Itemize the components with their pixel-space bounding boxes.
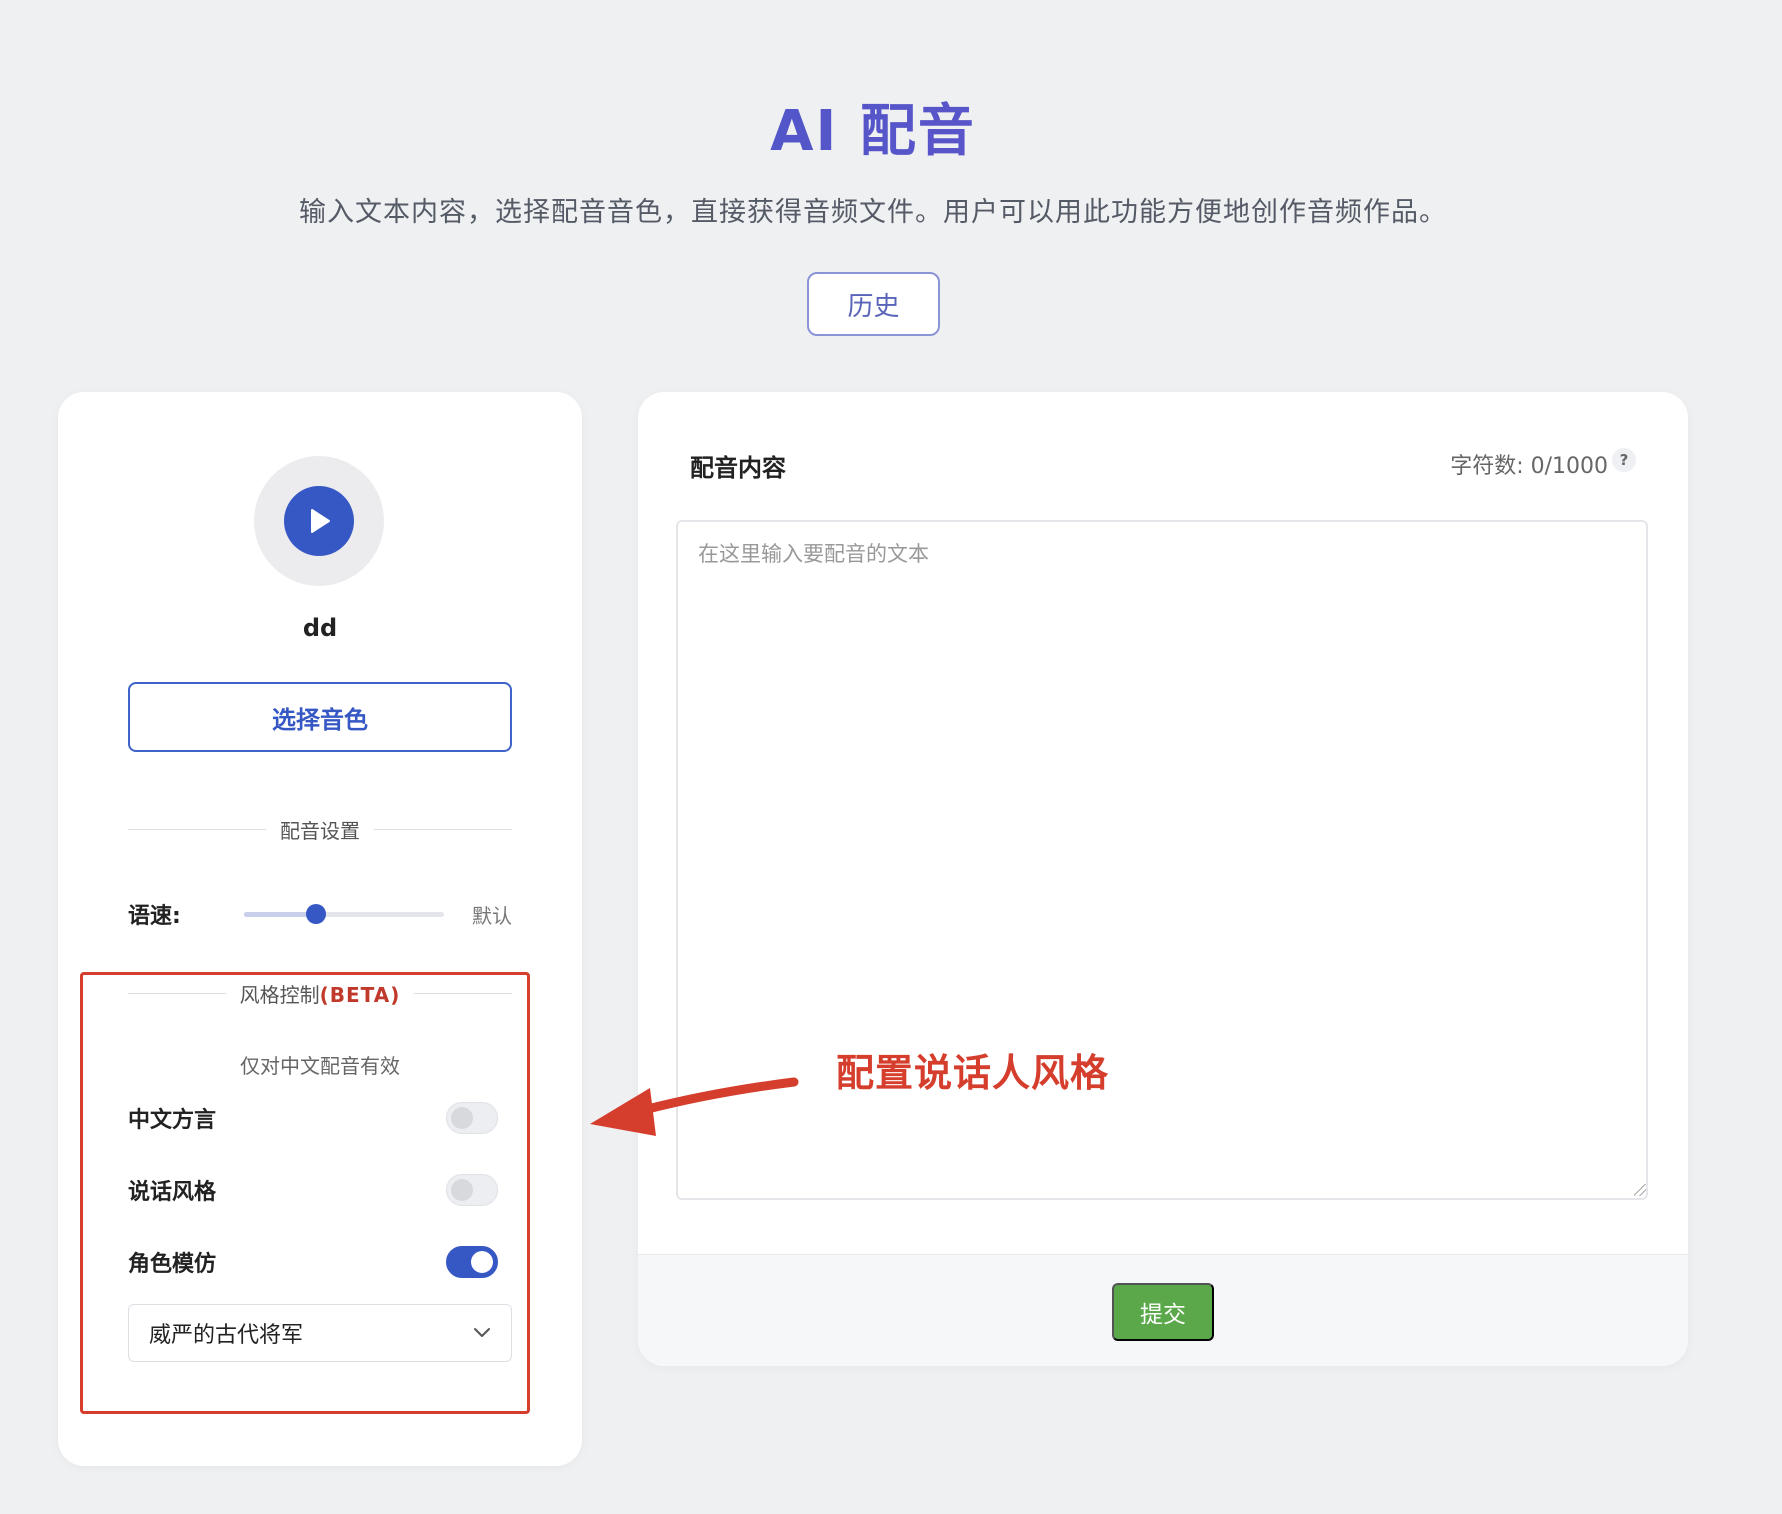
- switch-knob: [451, 1107, 473, 1129]
- slider-thumb[interactable]: [306, 904, 326, 924]
- toggle-row-dialect: 中文方言: [128, 1098, 498, 1138]
- divider-line: [374, 828, 512, 830]
- chevron-down-icon: [474, 1328, 490, 1337]
- toggle-label: 角色模仿: [128, 1252, 217, 1277]
- voice-settings-card: dd 选择音色 配音设置 语速: 默认 风格控制(BETA) 仅对中文配音有效 …: [58, 392, 582, 1466]
- role-select-value: 威严的古代将军: [149, 1323, 304, 1348]
- speed-value: 默认: [472, 904, 512, 928]
- page-subtitle: 输入文本内容，选择配音音色，直接获得音频文件。用户可以用此功能方便地创作音频作品…: [299, 197, 1447, 228]
- char-count: 字符数: 0/1000: [1450, 454, 1608, 479]
- submit-button[interactable]: 提交: [1112, 1283, 1214, 1341]
- style-divider: 风格控制(BETA): [128, 978, 513, 1008]
- role-select[interactable]: 威严的古代将军: [128, 1304, 512, 1362]
- content-footer: 提交: [638, 1254, 1688, 1366]
- style-note: 仅对中文配音有效: [240, 1054, 400, 1078]
- switch-knob: [451, 1179, 473, 1201]
- divider-line: [128, 992, 226, 994]
- content-title: 配音内容: [690, 454, 786, 482]
- style-section-label: 风格控制: [239, 982, 320, 1007]
- annotation-arrow-icon: [590, 1077, 799, 1136]
- settings-section-label: 配音设置: [280, 818, 360, 843]
- speed-label: 语速:: [128, 904, 181, 929]
- resize-handle-icon[interactable]: [1634, 1184, 1646, 1196]
- beta-badge: (BETA): [319, 982, 401, 1007]
- choose-voice-button[interactable]: 选择音色: [128, 682, 512, 752]
- toggle-row-speaking-style: 说话风格: [128, 1170, 498, 1210]
- page-title: AI 配音: [0, 86, 1746, 167]
- toggle-label: 中文方言: [128, 1108, 217, 1133]
- voice-name: dd: [302, 614, 338, 642]
- content-textarea[interactable]: [676, 520, 1648, 1200]
- annotation-label: 配置说话人风格: [836, 1051, 1110, 1095]
- role-imitation-switch[interactable]: [446, 1246, 498, 1278]
- settings-divider: 配音设置: [128, 814, 512, 844]
- toggle-row-role-imitation: 角色模仿: [128, 1242, 498, 1282]
- dialect-switch[interactable]: [446, 1102, 498, 1134]
- content-card: 配音内容 字符数: 0/1000 ? 提交: [638, 392, 1688, 1366]
- divider-line: [128, 828, 266, 830]
- history-button[interactable]: 历史: [807, 272, 940, 336]
- speed-slider[interactable]: [244, 904, 444, 924]
- play-icon: [311, 509, 330, 533]
- style-section-title: 风格控制(BETA): [226, 979, 415, 1008]
- switch-knob: [471, 1251, 493, 1273]
- speaking-style-switch[interactable]: [446, 1174, 498, 1206]
- play-preview-button[interactable]: [284, 486, 354, 556]
- divider-line: [414, 992, 513, 994]
- toggle-label: 说话风格: [128, 1180, 217, 1205]
- voice-avatar: [254, 456, 384, 586]
- help-icon[interactable]: ?: [1612, 448, 1636, 472]
- page: AI 配音 输入文本内容，选择配音音色，直接获得音频文件。用户可以用此功能方便地…: [0, 0, 1782, 1514]
